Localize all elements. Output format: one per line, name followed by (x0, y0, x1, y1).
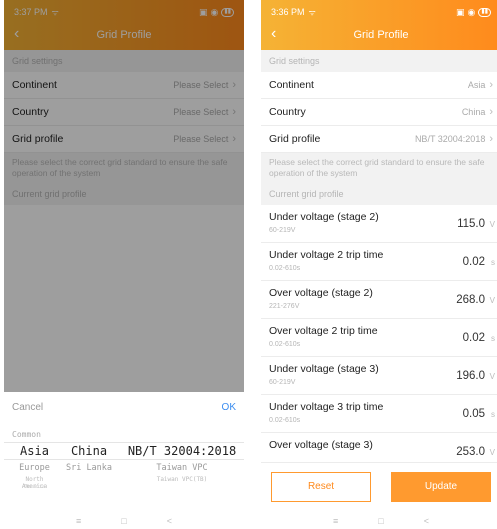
reset-button[interactable]: Reset (271, 471, 371, 502)
status-bar: 3:36 PM ᯤ ▣ ◉ ▮▮ (271, 6, 491, 18)
param-range: 0.02-610s (269, 417, 301, 424)
country-wheel-option[interactable]: Sri Lanka (59, 463, 119, 473)
battery-icon: ▮▮ (478, 7, 491, 17)
param-unit: V (489, 296, 495, 305)
grid-picker-sheet: Cancel OK Common Asia China NB/T 32004:2… (4, 392, 244, 529)
country-label: Country (269, 106, 306, 118)
param-row[interactable]: Over voltage (stage 2) 221-276V 268.0 V (261, 281, 497, 319)
param-unit: s (491, 258, 495, 267)
param-label: Under voltage (stage 2) (269, 211, 379, 223)
modal-overlay[interactable] (4, 0, 244, 392)
param-unit: V (489, 448, 495, 457)
back-icon[interactable]: < (167, 516, 172, 526)
param-label: Over voltage (stage 3) (269, 439, 373, 451)
param-row[interactable]: Under voltage 2 trip time 0.02-610s 0.02… (261, 243, 497, 281)
menu-icon[interactable]: ≡ (333, 516, 338, 526)
param-label: Over voltage 2 trip time (269, 325, 378, 337)
app-header: 3:36 PM ᯤ ▣ ◉ ▮▮ ‹ Grid Profile (261, 0, 497, 50)
picker-group-label: Common (12, 430, 41, 439)
update-button[interactable]: Update (391, 471, 491, 502)
param-row[interactable]: Over voltage 2 trip time 0.02-610s 0.02 … (261, 319, 497, 357)
param-range: 60-219V (269, 227, 296, 234)
right-screen: 3:36 PM ᯤ ▣ ◉ ▮▮ ‹ Grid Profile Grid settin… (261, 0, 497, 529)
param-range: 0.02-610s (269, 265, 301, 272)
param-value[interactable]: 115.0 (457, 218, 485, 230)
param-range: 60-219V (269, 379, 296, 386)
section-title-current-grid-profile: Current grid profile (261, 183, 497, 205)
continent-value: Asia (467, 80, 486, 90)
country-wheel-selected[interactable]: China (59, 444, 119, 458)
grid-profile-value: NB/T 32004:2018 (414, 134, 486, 144)
continent-label: Continent (269, 79, 314, 91)
home-icon[interactable]: □ (378, 516, 383, 526)
chevron-right-icon: › (489, 79, 493, 91)
param-row[interactable]: Under voltage 3 trip time 0.02-610s 0.05… (261, 395, 497, 433)
ok-button[interactable]: OK (222, 402, 236, 413)
continent-wheel-selected[interactable]: Asia (12, 444, 57, 458)
param-value[interactable]: 196.0 (456, 370, 485, 382)
system-nav-bar: ≡ □ < (4, 513, 244, 529)
continent-wheel-option[interactable]: Oceania (12, 484, 57, 490)
back-arrow-icon[interactable]: ‹ (271, 26, 276, 42)
country-row[interactable]: Country China › (261, 99, 497, 126)
nav-bar: ‹ Grid Profile (261, 24, 497, 46)
grid-settings-panel: Grid settings Continent Asia › Country Ch… (261, 50, 497, 471)
grid-profile-label: Grid profile (269, 133, 321, 145)
param-range: 221-276V (269, 303, 300, 310)
profile-wheel-option[interactable]: Taiwan VPC (122, 463, 242, 473)
action-footer: Reset Update (261, 462, 497, 510)
country-value: China (461, 107, 486, 117)
left-screen: 3:37 PM ᯤ ▣ ◉ ▮▮ ‹ Grid Profile Grid settin… (4, 0, 244, 529)
wifi-icon: ◉ (467, 6, 476, 17)
chevron-right-icon: › (489, 106, 493, 118)
param-unit: V (489, 372, 495, 381)
back-icon[interactable]: < (424, 516, 429, 526)
profile-wheel-selected[interactable]: NB/T 32004:2018 (122, 444, 242, 458)
param-unit: s (491, 334, 495, 343)
system-nav-bar: ≡ □ < (261, 513, 497, 529)
cancel-button[interactable]: Cancel (12, 402, 43, 413)
param-unit: s (491, 410, 495, 419)
param-value[interactable]: 0.02 (463, 256, 485, 268)
param-row[interactable]: Under voltage (stage 2) 60-219V 115.0 V (261, 205, 497, 243)
param-label: Under voltage 2 trip time (269, 249, 384, 261)
status-time: 3:36 PM (271, 7, 305, 17)
chevron-right-icon: › (489, 133, 493, 145)
grid-profile-row[interactable]: Grid profile NB/T 32004:2018 › (261, 126, 497, 153)
param-label: Under voltage 3 trip time (269, 401, 384, 413)
param-value[interactable]: 0.02 (463, 332, 485, 344)
param-value[interactable]: 0.05 (463, 408, 485, 420)
param-row[interactable]: Under voltage (stage 3) 60-219V 196.0 V (261, 357, 497, 395)
section-title-grid-settings: Grid settings (261, 50, 497, 72)
continent-wheel-option[interactable]: Europe (12, 463, 57, 473)
param-value[interactable]: 268.0 (456, 294, 485, 306)
param-label: Under voltage (stage 3) (269, 363, 379, 375)
param-range: 0.02-610s (269, 341, 301, 348)
profile-wheel-option[interactable]: Taiwan VPC(TB) (122, 476, 242, 483)
param-unit: V (489, 220, 495, 229)
picker-toolbar: Cancel OK (4, 392, 244, 422)
safety-notice: Please select the correct grid standard … (261, 153, 497, 183)
page-title: Grid Profile (353, 29, 409, 41)
home-icon[interactable]: □ (121, 516, 126, 526)
param-value[interactable]: 253.0 (456, 446, 485, 458)
sim-icon: ▣ (456, 6, 465, 17)
menu-icon[interactable]: ≡ (76, 516, 81, 526)
wifi-signal-icon: ᯤ (308, 7, 316, 17)
param-label: Over voltage (stage 2) (269, 287, 373, 299)
continent-row[interactable]: Continent Asia › (261, 72, 497, 99)
